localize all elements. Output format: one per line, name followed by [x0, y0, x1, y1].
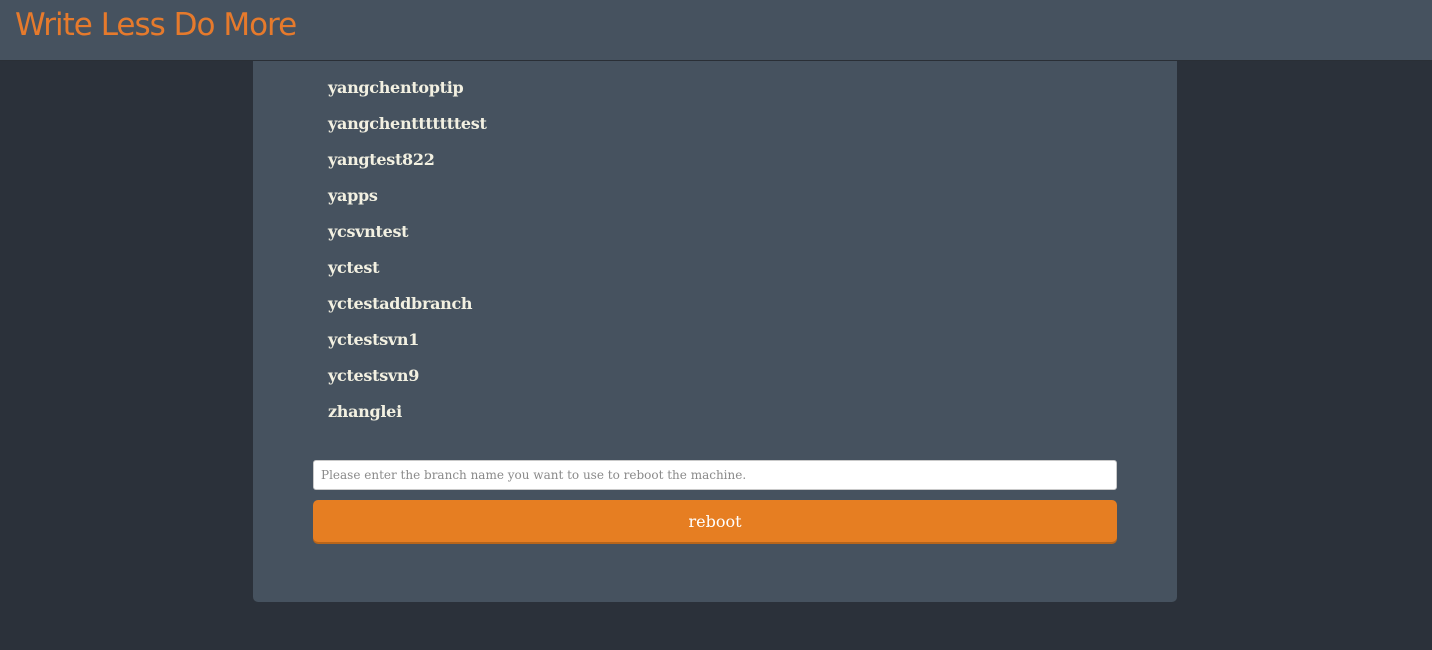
branch-item[interactable]: ycsvntest [328, 220, 487, 256]
branch-item[interactable]: yctestaddbranch [328, 292, 487, 328]
top-header: Write Less Do More [0, 0, 1432, 61]
branch-item[interactable]: yctestsvn1 [328, 328, 487, 364]
branch-item[interactable]: yangchentoptip [328, 76, 487, 112]
branch-item[interactable]: yangtest822 [328, 148, 487, 184]
branch-list: yangchentoptip yangchentttttttest yangte… [328, 76, 487, 436]
branch-item[interactable]: zhanglei [328, 400, 487, 436]
reboot-button[interactable]: reboot [313, 500, 1117, 542]
branch-item[interactable]: yctestsvn9 [328, 364, 487, 400]
branch-name-input[interactable] [313, 460, 1117, 490]
branch-item[interactable]: yctest [328, 256, 487, 292]
branch-item[interactable]: yangchentttttttest [328, 112, 487, 148]
brand-title[interactable]: Write Less Do More [15, 5, 297, 45]
branch-item[interactable]: yapps [328, 184, 487, 220]
branch-panel: yangchentoptip yangchentttttttest yangte… [253, 61, 1177, 602]
